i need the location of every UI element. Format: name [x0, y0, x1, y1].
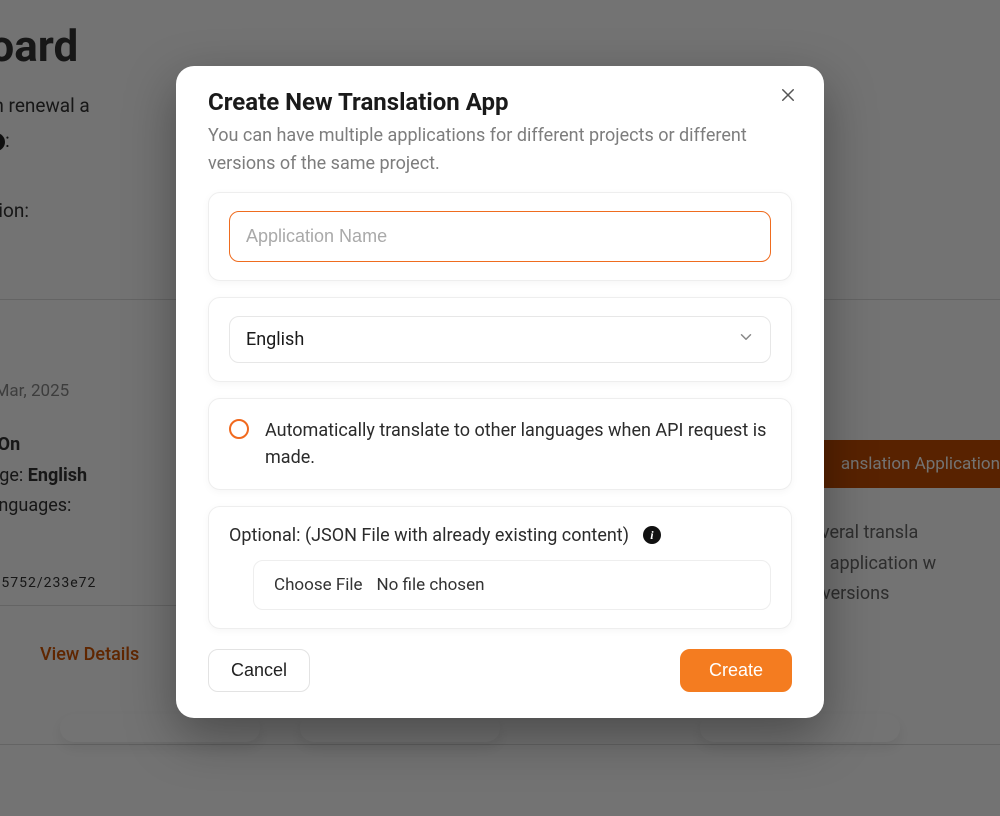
create-translation-app-modal: Create New Translation App You can have … — [176, 66, 824, 718]
cancel-button[interactable]: Cancel — [208, 649, 310, 692]
auto-translate-label: Automatically translate to other languag… — [265, 417, 771, 471]
close-icon — [779, 86, 797, 107]
modal-footer: Cancel Create — [208, 649, 792, 692]
info-icon[interactable]: i — [643, 526, 661, 544]
modal-title: Create New Translation App — [208, 88, 792, 116]
optional-file-panel: Optional: (JSON File with already existi… — [208, 506, 792, 629]
auto-translate-toggle[interactable] — [229, 419, 249, 439]
create-button[interactable]: Create — [680, 649, 792, 692]
language-select[interactable]: English — [229, 316, 771, 363]
file-choose-label: Choose File — [274, 575, 363, 595]
modal-overlay[interactable]: Create New Translation App You can have … — [0, 0, 1000, 816]
optional-file-label: Optional: (JSON File with already existi… — [229, 525, 629, 546]
modal-subtitle: You can have multiple applications for d… — [208, 122, 778, 178]
auto-translate-panel: Automatically translate to other languag… — [208, 398, 792, 490]
file-status: No file chosen — [377, 575, 485, 595]
language-panel: English — [208, 297, 792, 382]
application-name-panel — [208, 192, 792, 281]
file-input[interactable]: Choose File No file chosen — [253, 560, 771, 610]
application-name-input[interactable] — [229, 211, 771, 262]
close-button[interactable] — [774, 82, 802, 110]
language-select-value: English — [229, 316, 771, 363]
